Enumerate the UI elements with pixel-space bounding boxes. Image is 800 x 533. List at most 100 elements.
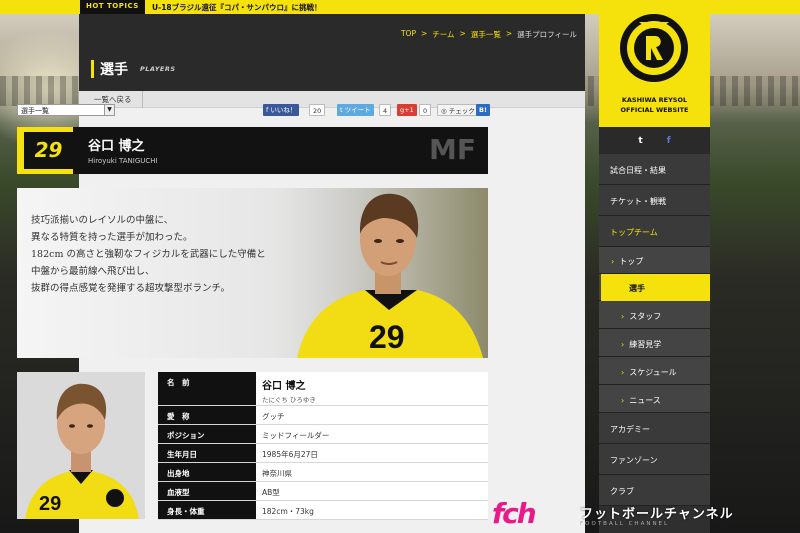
sidebar-item-label: 練習見学 <box>629 340 662 349</box>
catchcopy-line: 中盤から最前線へ飛び出し、 <box>31 266 155 277</box>
profile-section: 29 名 前 谷口 博之 たにぐち ひろゆき 愛 称グッチ ポジション ミッドフィ… <box>17 372 488 520</box>
hot-topics-link[interactable]: U-18ブラジル遠征『コパ・サンパウロ』に挑戦！ <box>152 2 322 13</box>
player-number-box: 29 <box>17 127 73 174</box>
mixi-check-button[interactable]: ◎ チェック <box>437 104 479 116</box>
facebook-like-button[interactable]: f いいね！ <box>263 104 300 116</box>
title-accent-bar <box>91 60 94 78</box>
row-label: 出身地 <box>158 463 256 481</box>
row-value: 1985年6月27日 <box>256 444 488 462</box>
watermark: fch フットボールチャンネル FOOTBALL CHANNEL <box>480 492 800 533</box>
check-icon: ◎ <box>441 107 449 115</box>
sidebar-item-label: 選手 <box>601 274 710 301</box>
breadcrumb-team[interactable]: チーム <box>432 29 454 40</box>
chevron-right-icon: › <box>621 396 625 405</box>
google-plus-count: 0 <box>419 104 432 116</box>
club-logo[interactable]: KASHIWA REYSOL OFFICIAL WEBSITE <box>599 0 710 127</box>
chevron-right-icon: › <box>621 340 625 349</box>
sidebar-nav: 試合日程・結果 チケット・観戦 トップチーム › トップ 選手 › スタッフ › 練習… <box>599 154 710 506</box>
sidebar-item-label: スケジュール <box>629 368 677 377</box>
player-select-value: 選手一覧 <box>21 107 49 115</box>
page-title: 選手 PLAYERS <box>91 59 176 79</box>
sidebar: KASHIWA REYSOL OFFICIAL WEBSITE t f 試合日程… <box>599 0 710 533</box>
player-position-code: MF <box>429 133 476 166</box>
sidebar-item-schedule[interactable]: 試合日程・結果 <box>599 154 710 185</box>
table-row: 愛 称グッチ <box>158 406 488 425</box>
tweet-button[interactable]: t ツイート <box>337 104 374 116</box>
player-select[interactable]: 選手一覧 ▼ <box>17 104 115 116</box>
chevron-right-icon: › <box>611 257 615 266</box>
breadcrumb-separator: > <box>505 29 513 38</box>
site-name-line: KASHIWA REYSOL <box>621 96 688 104</box>
row-label: 名 前 <box>158 372 256 405</box>
player-name-ja: 谷口 博之 <box>88 139 145 154</box>
table-row: 生年月日 1985年6月27日 <box>158 444 488 463</box>
twitter-icon[interactable]: t <box>638 136 642 146</box>
sidebar-item-schedule-sub[interactable]: › スケジュール <box>599 357 710 385</box>
sidebar-item-tickets[interactable]: チケット・観戦 <box>599 185 710 216</box>
catchcopy-line: 抜群の得点感覚を発揮する超攻撃型ボランチ。 <box>31 283 231 294</box>
svg-text:29: 29 <box>369 319 405 355</box>
page-title-en: PLAYERS <box>140 65 176 73</box>
chevron-down-icon: ▼ <box>104 105 114 115</box>
profile-name: 谷口 博之 <box>262 381 306 392</box>
reysol-crest-icon <box>620 14 688 82</box>
catchcopy-line: 182cm の高さと強靭なフィジカルを武器にした守備と <box>31 249 266 260</box>
chevron-right-icon: › <box>621 368 625 377</box>
table-row: 身長・体重 182cm・73kg <box>158 501 488 520</box>
row-label: ポジション <box>158 425 256 443</box>
table-row: 出身地 神奈川県 <box>158 463 488 482</box>
watermark-subtext: FOOTBALL CHANNEL <box>580 521 670 527</box>
table-row: ポジション ミッドフィールダー <box>158 425 488 444</box>
player-portrait: 29 <box>17 372 145 519</box>
sidebar-item-news[interactable]: › ニュース <box>599 385 710 413</box>
player-action-photo: 29 <box>257 188 488 358</box>
sidebar-item-label: ニュース <box>629 396 661 405</box>
breadcrumb-separator: > <box>459 29 466 38</box>
row-value: 182cm・73kg <box>256 501 488 519</box>
catchcopy-line: 技巧派揃いのレイソルの中盤に、 <box>31 215 174 226</box>
social-links: t f <box>599 127 710 154</box>
sidebar-item-label: スタッフ <box>629 312 662 321</box>
sidebar-item-top[interactable]: › トップ <box>599 247 710 274</box>
row-label: 血液型 <box>158 482 256 500</box>
table-row: 名 前 谷口 博之 たにぐち ひろゆき <box>158 372 488 406</box>
sidebar-item-top-team[interactable]: トップチーム <box>599 216 710 247</box>
row-value: ミッドフィールダー <box>256 425 488 443</box>
row-label: 身長・体重 <box>158 501 256 519</box>
player-number: 29 <box>24 132 73 169</box>
breadcrumb-players[interactable]: 選手一覧 <box>471 29 501 40</box>
row-label: 愛 称 <box>158 406 256 424</box>
row-label: 生年月日 <box>158 444 256 462</box>
table-row: 血液型 AB型 <box>158 482 488 501</box>
sidebar-item-training[interactable]: › 練習見学 <box>599 329 710 357</box>
sidebar-item-academy[interactable]: アカデミー <box>599 413 710 444</box>
catchcopy-line: 異なる特質を持った選手が加わった。 <box>31 232 193 243</box>
breadcrumb-current: 選手プロフィール <box>517 30 577 39</box>
hot-topics-tag: HOT TOPICS <box>80 0 145 14</box>
breadcrumb-top[interactable]: TOP <box>401 29 416 40</box>
svg-text:29: 29 <box>39 493 61 515</box>
breadcrumb: TOP > チーム > 選手一覧 > 選手プロフィール <box>401 29 577 40</box>
tweet-count: 4 <box>379 104 392 116</box>
facebook-icon[interactable]: f <box>667 136 671 146</box>
site-name: KASHIWA REYSOL OFFICIAL WEBSITE <box>599 95 710 115</box>
hatena-bookmark-button[interactable]: B! <box>476 104 490 116</box>
sidebar-item-players[interactable]: 選手 <box>599 274 710 301</box>
sidebar-item-staff[interactable]: › スタッフ <box>599 301 710 329</box>
site-name-line: OFFICIAL WEBSITE <box>620 106 689 114</box>
row-value: 谷口 博之 たにぐち ひろゆき <box>256 372 488 405</box>
profile-name-kana: たにぐち ひろゆき <box>262 396 316 404</box>
player-name-en: Hiroyuki TANIGUCHI <box>88 157 158 165</box>
row-value: AB型 <box>256 482 488 500</box>
watermark-text: フットボールチャンネル <box>580 507 734 522</box>
google-plus-button[interactable]: g+1 <box>397 104 417 116</box>
sidebar-item-label: トップ <box>619 257 644 266</box>
player-hero: 技巧派揃いのレイソルの中盤に、 異なる特質を持った選手が加わった。 182cm … <box>17 188 488 358</box>
chevron-right-icon: › <box>621 312 625 321</box>
profile-table: 名 前 谷口 博之 たにぐち ひろゆき 愛 称グッチ ポジション ミッドフィールダ… <box>158 372 488 520</box>
sidebar-item-fanzone[interactable]: ファンゾーン <box>599 444 710 475</box>
row-value: グッチ <box>256 406 488 424</box>
watermark-mark: fch <box>492 497 537 530</box>
page-title-ja: 選手 <box>100 62 128 78</box>
page-header: TOP > チーム > 選手一覧 > 選手プロフィール 選手 PLAYERS <box>79 14 585 91</box>
